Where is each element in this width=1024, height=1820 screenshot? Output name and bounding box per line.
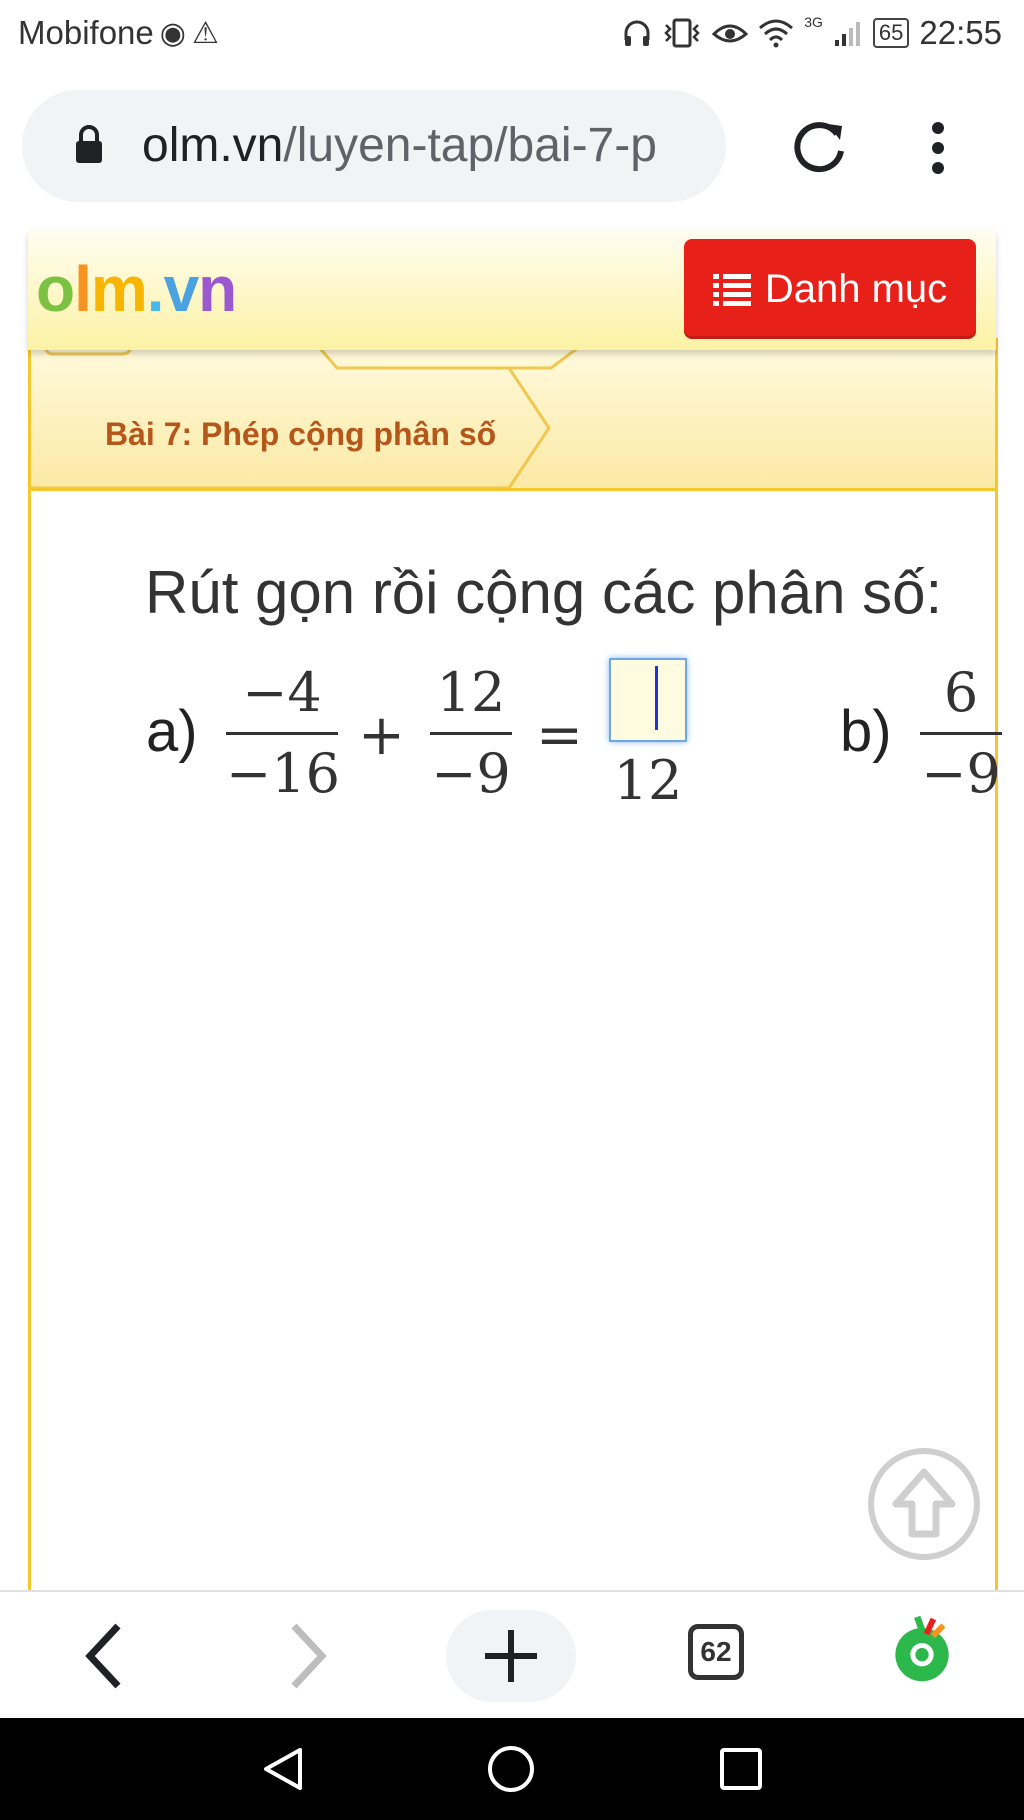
denominator: −16 bbox=[226, 742, 340, 805]
denominator: −9 bbox=[431, 742, 511, 805]
site-header: olm.vn Danh mục bbox=[28, 230, 996, 350]
equals-sign: = bbox=[536, 703, 583, 768]
battery-indicator: 65 bbox=[872, 18, 910, 48]
nav-recents-icon[interactable] bbox=[718, 1746, 764, 1792]
plus-icon bbox=[485, 1630, 537, 1682]
browser-address-bar: olm.vn/luyen-tap/bai-7-p bbox=[0, 72, 1024, 228]
category-menu-button[interactable]: Danh mục bbox=[684, 239, 976, 339]
status-right: 3G 65 22:55 bbox=[622, 14, 1002, 52]
numerator: 6 bbox=[943, 661, 979, 724]
fraction-bar bbox=[226, 732, 338, 735]
logo-letter: n bbox=[198, 253, 237, 325]
url-path: /luyen-tap/bai-7-p bbox=[283, 119, 657, 172]
new-tab-button[interactable] bbox=[446, 1610, 576, 1702]
answer-denominator: 12 bbox=[613, 749, 683, 812]
aperture-icon: ◉ bbox=[159, 16, 186, 50]
category-menu-label: Danh mục bbox=[764, 266, 948, 311]
question-prompt: Rút gọn rồi cộng các phân số: bbox=[145, 559, 943, 626]
numerator: 12 bbox=[436, 661, 506, 724]
exercise-frame: Bài 7: Phép cộng phân số bbox=[28, 338, 998, 1590]
network-type: 3G bbox=[804, 14, 823, 30]
numerator: −4 bbox=[242, 661, 322, 724]
browser-toolbar: 62 bbox=[0, 1590, 1024, 1720]
list-icon bbox=[712, 274, 751, 306]
wifi-icon bbox=[759, 19, 794, 48]
logo-letter: o bbox=[36, 253, 75, 325]
scroll-to-top-button[interactable] bbox=[868, 1448, 980, 1560]
warning-icon: ⚠ bbox=[191, 16, 219, 50]
logo-letter: v bbox=[163, 253, 200, 325]
denominator: −9 bbox=[921, 742, 1001, 805]
browser-app-icon[interactable] bbox=[886, 1608, 958, 1688]
part-a-label: a) bbox=[146, 699, 198, 764]
logo-letter: l bbox=[74, 253, 92, 325]
back-icon[interactable] bbox=[78, 1616, 128, 1696]
url-field[interactable]: olm.vn/luyen-tap/bai-7-p bbox=[22, 90, 726, 202]
fraction-bar bbox=[430, 732, 512, 735]
fraction: −4 −16 bbox=[226, 658, 340, 809]
status-left: Mobifone ◉ ⚠ bbox=[18, 14, 219, 52]
text-caret bbox=[655, 666, 658, 730]
system-nav-bar bbox=[0, 1718, 1024, 1820]
url-text: olm.vn/luyen-tap/bai-7-p bbox=[142, 118, 657, 173]
clock: 22:55 bbox=[919, 14, 1002, 51]
breadcrumb: Bài 7: Phép cộng phân số bbox=[31, 338, 995, 491]
tab-switcher-button[interactable]: 62 bbox=[688, 1624, 744, 1680]
carrier-name: Mobifone bbox=[18, 14, 154, 51]
signal-icon bbox=[834, 22, 860, 46]
plus-sign: + bbox=[358, 703, 405, 768]
arrow-up-icon bbox=[892, 1468, 956, 1538]
fraction: 6 −9 bbox=[920, 658, 1002, 809]
part-b-label: b) bbox=[840, 699, 892, 764]
web-page: olm.vn Danh mục Bài 7: Phép cộng phân số… bbox=[0, 228, 1024, 1590]
overflow-menu-icon[interactable] bbox=[930, 120, 946, 176]
reload-icon[interactable] bbox=[790, 118, 848, 176]
url-host: olm.vn bbox=[142, 119, 284, 172]
breadcrumb-chevrons bbox=[31, 338, 592, 488]
lock-icon bbox=[76, 125, 102, 163]
fraction-bar bbox=[920, 732, 1002, 735]
headphones-icon bbox=[624, 20, 650, 46]
vibrate-icon bbox=[664, 18, 701, 48]
logo-letter: m bbox=[90, 253, 148, 325]
fraction: 12 −9 bbox=[430, 658, 512, 809]
nav-back-icon[interactable] bbox=[260, 1746, 306, 1792]
logo-letter: . bbox=[146, 253, 165, 325]
answer-fraction: 12 bbox=[606, 658, 690, 816]
answer-numerator-input[interactable] bbox=[609, 658, 687, 742]
eye-comfort-icon bbox=[712, 24, 749, 43]
breadcrumb-current[interactable]: Bài 7: Phép cộng phân số bbox=[105, 416, 496, 453]
site-logo[interactable]: olm.vn bbox=[36, 252, 237, 326]
forward-icon[interactable] bbox=[284, 1616, 334, 1696]
nav-home-icon[interactable] bbox=[486, 1744, 536, 1794]
status-bar: Mobifone ◉ ⚠ 3G 65 22:55 bbox=[0, 0, 1024, 72]
